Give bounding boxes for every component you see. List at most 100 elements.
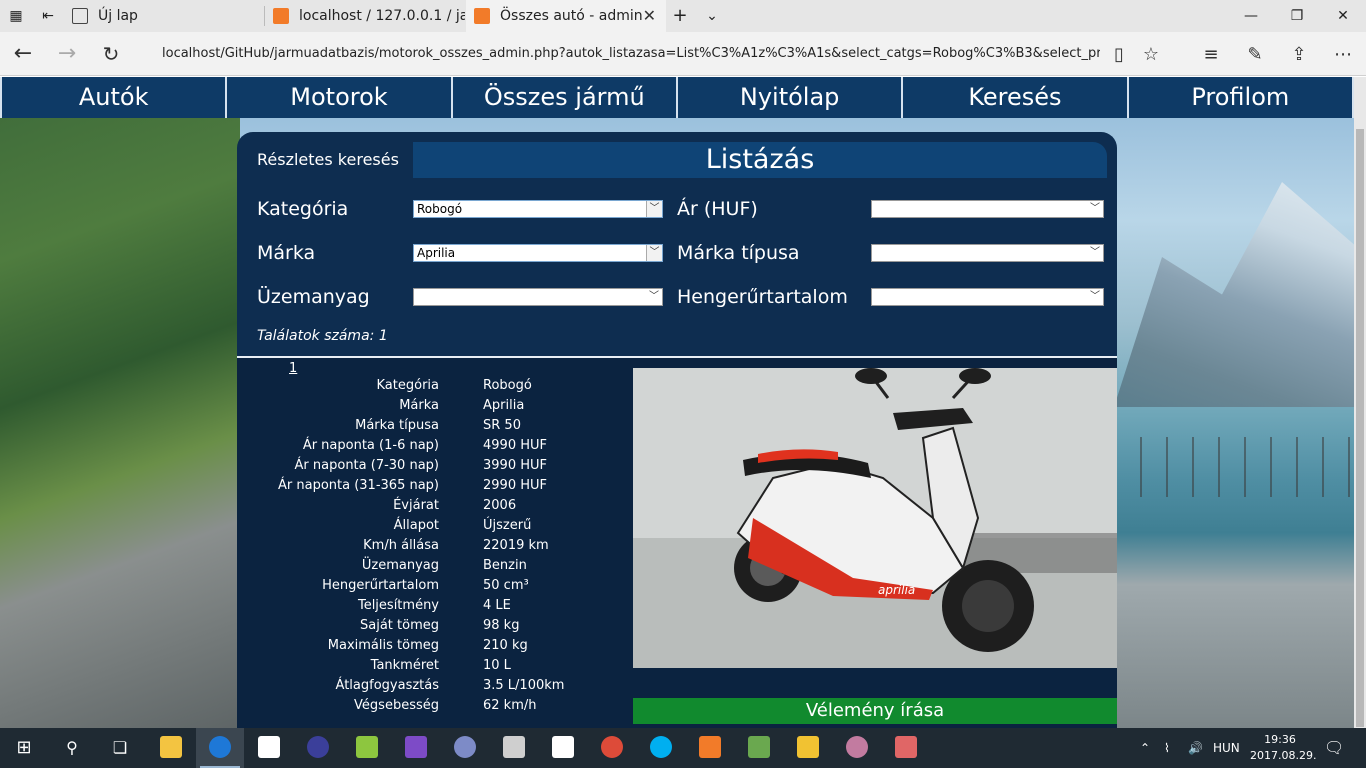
start-windows-icon[interactable]: ⊞ [4,732,44,764]
star-app-icon[interactable] [797,736,819,758]
nav-motorok[interactable]: Motorok [227,77,453,118]
result-index-link[interactable]: 1 [289,361,297,376]
spec-label: Hengerűrtartalom [322,578,439,593]
spec-label: Km/h állása [363,538,439,553]
app-spiral-icon[interactable] [454,736,476,758]
notepadpp-icon[interactable] [356,736,378,758]
nav-autok[interactable]: Autók [0,77,228,118]
fuel-select[interactable]: ﹀ [413,288,663,306]
windows-taskbar: ⊞ ⚲ ❏ ⌃ ⌇ 🔊 HUN 19:36 2017.08.29. 🗨 [0,728,1366,768]
eclipse-icon[interactable] [307,736,329,758]
minimize-icon[interactable]: — [1228,0,1274,32]
spec-row: Kategória Robogó [237,378,627,398]
detailed-search-tab[interactable]: Részletes keresés [257,150,399,169]
spec-row: Km/h állása 22019 km [237,538,627,558]
nav-kereses[interactable]: Keresés [903,77,1129,118]
git-app-icon[interactable] [895,736,917,758]
spec-label: Ár naponta (1-6 nap) [302,438,439,453]
task-view-icon[interactable]: ❏ [100,732,140,764]
page-scrollbar[interactable] [1354,77,1366,728]
displacement-select[interactable]: ﹀ [871,288,1104,306]
new-tab-icon[interactable]: + [670,6,690,26]
spec-row: Teljesítmény 4 LE [237,598,627,618]
visual-studio-icon[interactable] [405,736,427,758]
refresh-icon[interactable]: ↻ [96,40,126,68]
media-app-icon[interactable] [503,736,525,758]
scooter-photo: aprilia [633,368,1117,668]
tray-chevron-up-icon[interactable]: ⌃ [1140,728,1150,768]
mail-icon[interactable] [552,736,574,758]
spec-row: Ár naponta (31-365 nap) 2990 HUF [237,478,627,498]
new-tab-page-icon [72,8,88,24]
write-review-button[interactable]: Vélemény írása [633,698,1117,724]
tab-actions-icon[interactable]: ▦ [6,6,26,26]
store-icon[interactable] [258,736,280,758]
fuel-label: Üzemanyag [257,286,370,308]
spec-value: 3990 HUF [483,458,547,473]
network-icon[interactable]: ⌇ [1164,728,1170,768]
spec-row: Ár naponta (7-30 nap) 3990 HUF [237,458,627,478]
set-aside-tabs-icon[interactable]: ⇤ [38,6,58,26]
chart-app-icon[interactable] [748,736,770,758]
restore-icon[interactable]: ❐ [1274,0,1320,32]
forward-icon[interactable]: → [52,40,82,68]
action-center-icon[interactable]: 🗨 [1324,728,1344,768]
background-landscape-left [0,77,240,728]
language-indicator[interactable]: HUN [1213,728,1240,768]
spec-value: 3.5 L/100km [483,678,565,693]
favorite-star-icon[interactable]: ☆ [1138,42,1164,68]
result-card: 1 Kategória Robogó Márka Aprilia Márka típus… [237,358,1117,728]
scrollbar-thumb[interactable] [1356,129,1364,727]
back-icon[interactable]: ← [8,40,38,68]
chevron-down-icon: ﹀ [1087,245,1103,261]
page-viewport: Autók Motorok Összes jármű Nyitólap Kere… [0,77,1354,728]
spec-value: Újszerű [483,518,532,533]
chevron-down-icon: ﹀ [646,289,662,305]
spec-value: Robogó [483,378,532,393]
edge-browser-icon[interactable] [209,736,231,758]
hub-icon[interactable]: ≡ [1198,42,1224,68]
reading-view-icon[interactable]: ▯ [1106,42,1132,68]
volume-icon[interactable]: 🔊 [1188,728,1203,768]
tab-new[interactable]: Új lap [64,0,264,32]
search-icon[interactable]: ⚲ [52,732,92,764]
nav-nyitolap[interactable]: Nyitólap [678,77,904,118]
skype-icon[interactable] [650,736,672,758]
nav-profilom[interactable]: Profilom [1129,77,1354,118]
list-button[interactable]: Listázás [413,142,1107,178]
paint-icon[interactable] [846,736,868,758]
tab-phpmyadmin[interactable]: localhost / 127.0.0.1 / jarmu [265,0,465,32]
chevron-down-icon: ﹀ [646,201,662,217]
spec-label: Maximális tömeg [327,638,439,653]
share-icon[interactable]: ⇪ [1286,42,1312,68]
spec-row: Saját tömeg 98 kg [237,618,627,638]
background-railing [1114,437,1354,497]
spec-value: 2006 [483,498,517,513]
close-tab-icon[interactable]: ✕ [643,0,656,32]
tab-title: Új lap [98,8,138,24]
system-clock[interactable]: 19:36 2017.08.29. [1250,732,1316,764]
price-select[interactable]: ﹀ [871,200,1104,218]
spec-label: Ár naponta (31-365 nap) [278,478,439,493]
more-icon[interactable]: ⋯ [1330,42,1356,68]
model-select[interactable]: ﹀ [871,244,1104,262]
spec-value: 22019 km [483,538,549,553]
nav-osszes-jarmu[interactable]: Összes jármű [453,77,678,118]
spec-row: Végsebesség 62 km/h [237,698,627,718]
spec-label: Márka [399,398,439,413]
chevron-down-icon[interactable]: ⌄ [702,6,722,26]
web-note-icon[interactable]: ✎ [1242,42,1268,68]
spec-value: 10 L [483,658,511,673]
spec-value: 62 km/h [483,698,537,713]
brand-select[interactable]: Aprilia ﹀ [413,244,663,262]
chrome-icon[interactable] [601,736,623,758]
file-explorer-icon[interactable] [160,736,182,758]
photo-brand-label: aprilia [878,583,915,597]
search-panel: Részletes keresés Listázás Kategória Rob… [237,132,1117,728]
xampp-icon[interactable] [699,736,721,758]
category-select[interactable]: Robogó ﹀ [413,200,663,218]
tab-osszes-auto[interactable]: Összes autó - admin ✕ [466,0,666,32]
xampp-icon [474,8,490,24]
close-window-icon[interactable]: ✕ [1320,0,1366,32]
address-input[interactable]: localhost/GitHub/jarmuadatbazis/motorok_… [150,40,1100,68]
